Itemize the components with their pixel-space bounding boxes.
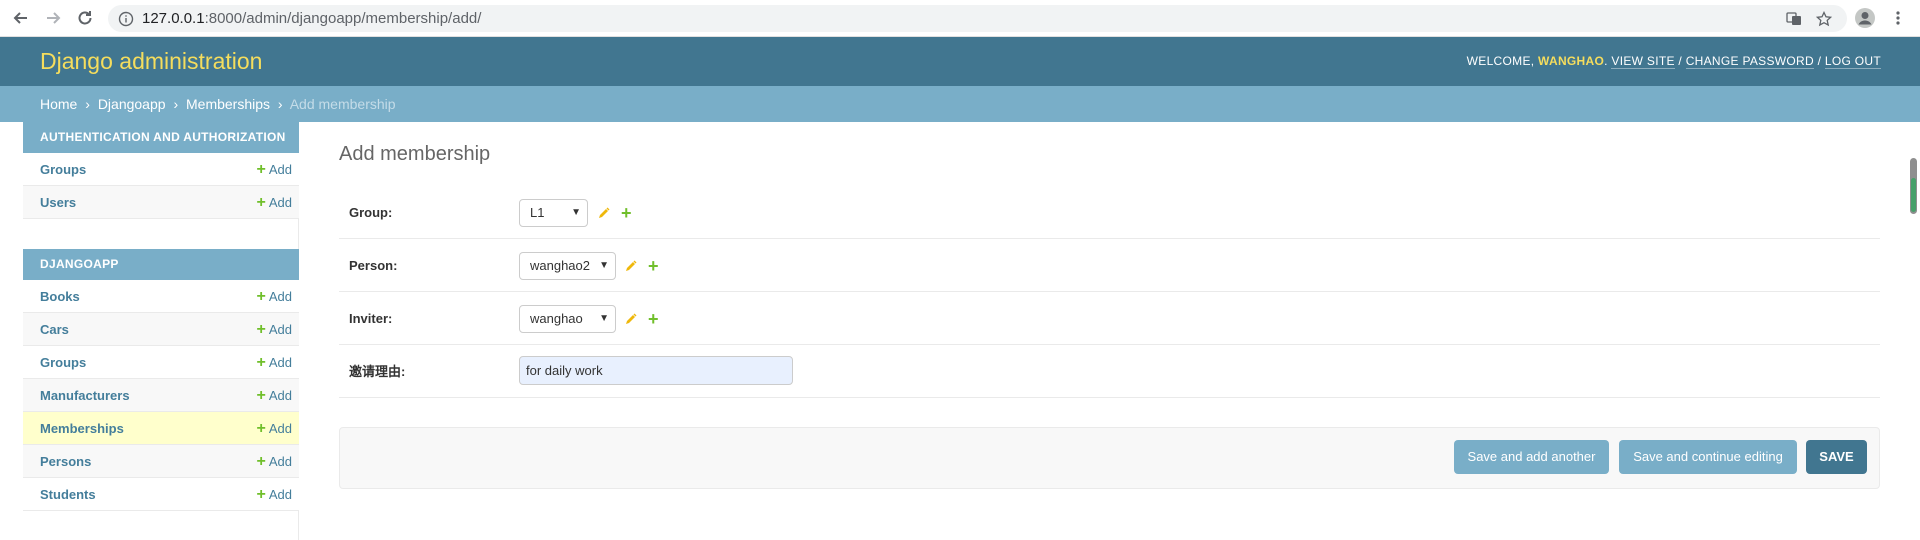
breadcrumb-current: Add membership xyxy=(289,96,396,112)
chevron-down-icon: ▼ xyxy=(599,313,609,324)
module-caption-auth[interactable]: AUTHENTICATION AND AUTHORIZATION xyxy=(23,122,299,153)
submit-row: Save and add another Save and continue e… xyxy=(339,427,1880,489)
breadcrumb-model[interactable]: Memberships xyxy=(186,96,270,112)
add-plus-icon: + xyxy=(256,194,266,211)
form-row-reason: 邀请理由: for daily work xyxy=(339,345,1880,398)
add-plus-icon: + xyxy=(256,420,266,437)
edit-pencil-icon[interactable] xyxy=(624,312,638,326)
translate-icon[interactable] xyxy=(1784,9,1804,29)
sidebar-item-persons[interactable]: Persons + Add xyxy=(23,445,299,478)
inviter-label: Inviter: xyxy=(349,311,393,326)
address-bar[interactable]: 127.0.0.1:8000/admin/djangoapp/membershi… xyxy=(108,5,1847,32)
add-plus-icon: + xyxy=(256,288,266,305)
add-link[interactable]: + Add xyxy=(257,478,292,511)
reload-icon[interactable] xyxy=(73,6,97,30)
user-tools: WELCOME, WANGHAO. VIEW SITE / CHANGE PAS… xyxy=(1466,54,1881,69)
add-link[interactable]: + Add xyxy=(257,445,292,478)
scroll-thumb[interactable] xyxy=(1910,158,1917,214)
save-and-add-another-button[interactable]: Save and add another xyxy=(1454,440,1609,474)
form-row-person: Person: wanghao2 ▼ + xyxy=(339,239,1880,292)
sidebar-item-books[interactable]: Books + Add xyxy=(23,280,299,313)
add-plus-icon: + xyxy=(256,453,266,470)
sidebar-item-users[interactable]: Users + Add xyxy=(23,186,299,219)
edit-pencil-icon[interactable] xyxy=(597,206,611,220)
add-link[interactable]: + Add xyxy=(257,412,292,445)
page-title: Add membership xyxy=(339,143,491,165)
group-label: Group: xyxy=(349,205,393,220)
log-out-link[interactable]: LOG OUT xyxy=(1824,54,1881,69)
sidebar-item-label[interactable]: Groups xyxy=(40,153,86,186)
add-plus-icon: + xyxy=(256,486,266,503)
sidebar-item-groups[interactable]: Groups + Add xyxy=(23,346,299,379)
sidebar-item-auth-groups[interactable]: Groups + Add xyxy=(23,153,299,186)
forward-arrow-icon[interactable] xyxy=(41,6,65,30)
sidebar-item-label[interactable]: Books xyxy=(40,280,80,313)
site-info-icon[interactable] xyxy=(116,9,136,29)
url-text: 127.0.0.1:8000/admin/djangoapp/membershi… xyxy=(142,10,482,27)
admin-header: Django administration WELCOME, WANGHAO. … xyxy=(0,37,1920,86)
sidebar-item-label[interactable]: Cars xyxy=(40,313,69,346)
profile-avatar-icon[interactable] xyxy=(1853,6,1877,30)
edit-pencil-icon[interactable] xyxy=(624,259,638,273)
person-select[interactable]: wanghao2 ▼ xyxy=(519,252,616,280)
add-related-icon[interactable]: + xyxy=(648,257,659,275)
save-button[interactable]: SAVE xyxy=(1806,440,1867,474)
add-link[interactable]: + Add xyxy=(257,153,292,186)
sidebar-item-label[interactable]: Students xyxy=(40,478,96,511)
module-caption-djangoapp[interactable]: DJANGOAPP xyxy=(23,249,299,280)
sidebar-item-label[interactable]: Manufacturers xyxy=(40,379,130,412)
form-row-group: Group: L1 ▼ + xyxy=(339,186,1880,239)
add-plus-icon: + xyxy=(256,321,266,338)
sidebar-item-label[interactable]: Persons xyxy=(40,445,91,478)
add-plus-icon: + xyxy=(256,354,266,371)
scrollbar[interactable] xyxy=(1906,122,1920,540)
breadcrumb-home[interactable]: Home xyxy=(40,96,77,112)
save-and-continue-button[interactable]: Save and continue editing xyxy=(1619,440,1797,474)
sidebar-item-students[interactable]: Students + Add xyxy=(23,478,299,511)
add-related-icon[interactable]: + xyxy=(621,204,632,222)
add-plus-icon: + xyxy=(256,387,266,404)
add-link[interactable]: + Add xyxy=(257,313,292,346)
breadcrumb: Home › Djangoapp › Memberships › Add mem… xyxy=(0,86,1920,122)
reason-input[interactable]: for daily work xyxy=(519,356,793,385)
sidebar-item-cars[interactable]: Cars + Add xyxy=(23,313,299,346)
sidebar-item-memberships[interactable]: Memberships + Add xyxy=(23,412,299,445)
bookmark-star-icon[interactable] xyxy=(1814,9,1834,29)
add-link[interactable]: + Add xyxy=(257,186,292,219)
sidebar-item-label[interactable]: Groups xyxy=(40,346,86,379)
back-arrow-icon[interactable] xyxy=(9,6,33,30)
add-link[interactable]: + Add xyxy=(257,379,292,412)
sidebar-item-label[interactable]: Users xyxy=(40,186,76,219)
welcome-text: WELCOME, xyxy=(1466,54,1539,68)
change-password-link[interactable]: CHANGE PASSWORD xyxy=(1685,54,1814,69)
add-link[interactable]: + Add xyxy=(257,280,292,313)
sidebar-item-label[interactable]: Memberships xyxy=(40,412,124,445)
chevron-down-icon: ▼ xyxy=(599,260,609,271)
person-label: Person: xyxy=(349,258,398,273)
sidebar-item-manufacturers[interactable]: Manufacturers + Add xyxy=(23,379,299,412)
form-row-inviter: Inviter: wanghao ▼ + xyxy=(339,292,1880,345)
view-site-link[interactable]: VIEW SITE xyxy=(1611,54,1675,69)
browser-menu-icon[interactable] xyxy=(1886,6,1910,30)
username: WANGHAO xyxy=(1538,54,1605,68)
reason-label: 邀请理由: xyxy=(349,364,406,379)
breadcrumb-app[interactable]: Djangoapp xyxy=(98,96,166,112)
inviter-select[interactable]: wanghao ▼ xyxy=(519,305,616,333)
nav-sidebar: AUTHENTICATION AND AUTHORIZATION Groups … xyxy=(23,122,299,540)
site-branding[interactable]: Django administration xyxy=(40,37,262,86)
group-select[interactable]: L1 ▼ xyxy=(519,199,588,227)
add-related-icon[interactable]: + xyxy=(648,310,659,328)
add-link[interactable]: + Add xyxy=(257,346,292,379)
chevron-down-icon: ▼ xyxy=(571,207,581,218)
browser-toolbar: 127.0.0.1:8000/admin/djangoapp/membershi… xyxy=(0,0,1920,37)
add-plus-icon: + xyxy=(256,161,266,178)
